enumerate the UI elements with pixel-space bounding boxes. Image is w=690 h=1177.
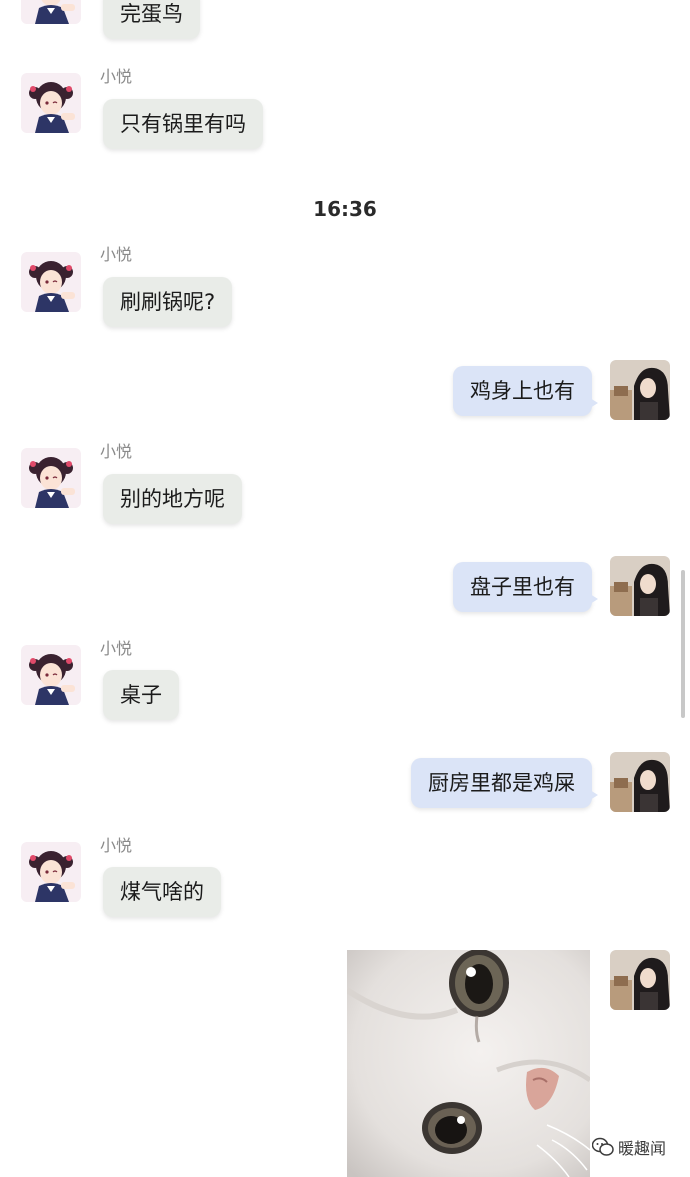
sender-name: 小悦 — [100, 442, 133, 461]
contact-avatar[interactable] — [21, 73, 81, 133]
time-divider: 16:36 — [313, 197, 377, 221]
contact-avatar[interactable] — [21, 448, 81, 508]
sender-name: 小悦 — [100, 245, 133, 264]
message-bubble-right[interactable]: 鸡身上也有 — [453, 366, 598, 416]
contact-avatar[interactable] — [21, 645, 81, 705]
self-avatar-icon — [610, 556, 670, 616]
self-avatar[interactable] — [610, 950, 670, 1010]
crying-cat-sticker-image[interactable] — [347, 950, 590, 1177]
contact-avatar[interactable] — [21, 0, 81, 24]
message-bubble-left[interactable]: 别的地方呢 — [103, 474, 242, 524]
self-avatar[interactable] — [610, 556, 670, 616]
self-avatar-icon — [610, 950, 670, 1010]
anime-girl-avatar-icon — [21, 0, 81, 24]
self-avatar[interactable] — [610, 360, 670, 420]
self-avatar-icon — [610, 752, 670, 812]
message-bubble-left[interactable]: 煤气啥的 — [103, 867, 221, 917]
self-avatar-icon — [610, 360, 670, 420]
message-bubble-left[interactable]: 只有锅里有吗 — [103, 99, 263, 149]
anime-girl-avatar-icon — [21, 448, 81, 508]
contact-avatar[interactable] — [21, 842, 81, 902]
message-bubble-left[interactable]: 完蛋鸟 — [103, 0, 200, 39]
self-avatar[interactable] — [610, 752, 670, 812]
watermark-text: 暖趣闻 — [618, 1139, 667, 1158]
sender-name: 小悦 — [100, 639, 133, 658]
sender-name: 小悦 — [100, 836, 133, 855]
anime-girl-avatar-icon — [21, 842, 81, 902]
sender-name: 小悦 — [100, 67, 133, 86]
message-bubble-right[interactable]: 厨房里都是鸡屎 — [411, 758, 598, 808]
anime-girl-avatar-icon — [21, 73, 81, 133]
anime-girl-avatar-icon — [21, 645, 81, 705]
message-bubble-left[interactable]: 刷刷锅呢? — [103, 277, 233, 327]
scrollbar-thumb[interactable] — [681, 570, 685, 718]
message-bubble-right[interactable]: 盘子里也有 — [453, 562, 598, 612]
wechat-logo-icon — [592, 1137, 614, 1156]
contact-avatar[interactable] — [21, 252, 81, 312]
message-bubble-left[interactable]: 桌子 — [103, 670, 179, 720]
watermark: 暖趣闻 — [592, 1136, 666, 1158]
anime-girl-avatar-icon — [21, 252, 81, 312]
